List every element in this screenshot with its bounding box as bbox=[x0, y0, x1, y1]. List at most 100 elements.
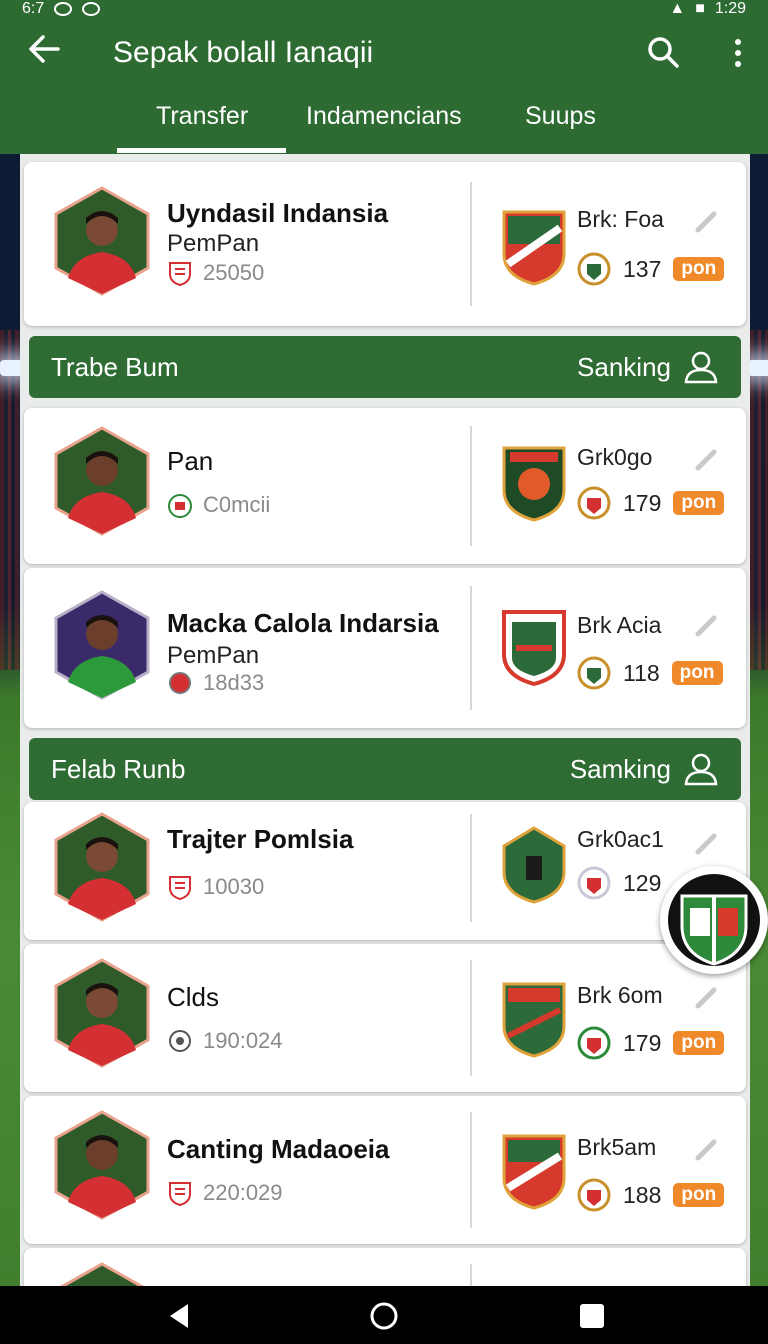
edit-icon[interactable] bbox=[694, 612, 720, 638]
club-badge bbox=[502, 210, 566, 286]
player-meta-value: 220:029 bbox=[203, 1180, 283, 1205]
player-card[interactable]: Clds 190:024 Brk 6om 179 pon bbox=[24, 944, 746, 1092]
player-meta-value: 10030 bbox=[203, 874, 265, 899]
nav-recents-icon[interactable] bbox=[576, 1300, 608, 1332]
player-list[interactable]: Uyndasil Indansia PemPan 25050 Brk: Foa … bbox=[20, 154, 750, 1286]
club-badge bbox=[502, 826, 566, 904]
player-avatar bbox=[60, 1262, 144, 1286]
edit-icon[interactable] bbox=[694, 984, 720, 1010]
user-icon[interactable] bbox=[683, 348, 719, 384]
signal-icon: ▲ bbox=[669, 0, 686, 17]
player-card[interactable]: Pan C0mcii Grk0go 179 pon bbox=[24, 408, 746, 564]
player-meta: 25050 bbox=[167, 260, 264, 286]
card-divider bbox=[470, 586, 472, 710]
club-stats: 118 pon bbox=[577, 656, 723, 690]
club-rating: 137 bbox=[623, 255, 662, 282]
player-meta-value: C0mcii bbox=[203, 492, 271, 517]
back-arrow-icon[interactable] bbox=[28, 34, 60, 64]
section-title: Felab Runb bbox=[51, 754, 186, 784]
card-divider bbox=[470, 182, 472, 306]
active-tab-indicator bbox=[117, 148, 286, 153]
club-rating: 179 bbox=[623, 1029, 662, 1056]
player-card[interactable]: Trajter Pomlsia 10030 Grk0ac1 129 bbox=[24, 802, 746, 940]
status-pill: pon bbox=[673, 1031, 725, 1055]
tab-indamencians[interactable]: Indamencians bbox=[306, 102, 462, 131]
status-time: 6:7 bbox=[22, 0, 45, 17]
club-stats: 179 pon bbox=[577, 1026, 725, 1060]
crest-icon bbox=[168, 494, 192, 518]
user-icon[interactable] bbox=[683, 750, 719, 786]
club-badge bbox=[502, 610, 566, 686]
player-meta-value: 18d33 bbox=[203, 670, 265, 695]
player-meta-value: 190:024 bbox=[203, 1028, 283, 1053]
floating-club-crest-button[interactable] bbox=[660, 866, 768, 974]
club-badge bbox=[502, 982, 566, 1058]
player-meta: 10030 bbox=[167, 874, 264, 900]
club-name: Grk0ac1 bbox=[577, 826, 664, 852]
player-meta: 18d33 bbox=[167, 670, 264, 696]
section-action[interactable]: Sanking bbox=[577, 352, 671, 383]
tab-transfer[interactable]: Transfer bbox=[156, 102, 248, 131]
system-nav-bar bbox=[0, 1286, 768, 1344]
status-pill: pon bbox=[673, 1183, 725, 1207]
crest-icon bbox=[577, 1178, 611, 1212]
player-name: Clds bbox=[167, 982, 220, 1012]
crest-icon bbox=[577, 656, 611, 690]
player-name: Uyndasil Indansia bbox=[167, 198, 389, 228]
section-header: Felab Runb Samking bbox=[29, 738, 741, 800]
app-bar: Sepak bolall Ianaqii Transfer Indamencia… bbox=[0, 18, 768, 154]
section-header: Trabe Bum Sanking bbox=[29, 336, 741, 398]
edit-icon[interactable] bbox=[694, 208, 720, 234]
crest-icon bbox=[169, 1030, 191, 1052]
player-avatar bbox=[54, 590, 150, 700]
club-badge bbox=[502, 1134, 566, 1210]
section-title: Trabe Bum bbox=[51, 352, 179, 382]
card-divider bbox=[470, 426, 472, 546]
battery-icon: ■ bbox=[695, 0, 705, 17]
club-stats: 129 bbox=[577, 866, 661, 900]
club-rating: 179 bbox=[623, 489, 662, 516]
club-stats: 179 pon bbox=[577, 486, 725, 520]
crest-icon bbox=[577, 486, 611, 520]
edit-icon[interactable] bbox=[694, 830, 720, 856]
player-avatar bbox=[54, 186, 150, 296]
tab-suups[interactable]: Suups bbox=[525, 102, 596, 131]
player-meta: 220:029 bbox=[167, 1180, 283, 1206]
edit-icon[interactable] bbox=[694, 1136, 720, 1162]
player-meta: C0mcii bbox=[167, 492, 270, 518]
player-card[interactable] bbox=[24, 1248, 746, 1286]
crest-icon bbox=[577, 866, 611, 900]
player-meta-value: 25050 bbox=[203, 260, 265, 285]
club-stats: 137 pon bbox=[577, 252, 725, 286]
player-avatar bbox=[54, 812, 150, 922]
player-name: Canting Madaoeia bbox=[167, 1134, 390, 1164]
more-options-icon[interactable] bbox=[728, 38, 748, 68]
section-action[interactable]: Samking bbox=[570, 754, 671, 785]
player-card[interactable]: Uyndasil Indansia PemPan 25050 Brk: Foa … bbox=[24, 162, 746, 326]
player-name: Pan bbox=[167, 446, 214, 476]
status-bar: 6:7 ▲ ■ 1:29 bbox=[0, 0, 768, 18]
club-name: Brk 6om bbox=[577, 982, 663, 1008]
club-name: Grk0go bbox=[577, 444, 653, 470]
notification-icon bbox=[82, 2, 101, 16]
club-stats: 188 pon bbox=[577, 1178, 725, 1212]
nav-back-icon[interactable] bbox=[164, 1300, 196, 1332]
status-clock: 1:29 bbox=[714, 0, 746, 17]
shield-icon bbox=[169, 262, 191, 286]
player-avatar bbox=[54, 958, 150, 1068]
player-name: Trajter Pomlsia bbox=[167, 824, 354, 854]
player-card[interactable]: Canting Madaoeia 220:029 Brk5am 188 pon bbox=[24, 1096, 746, 1244]
edit-icon[interactable] bbox=[694, 446, 720, 472]
crest-icon bbox=[577, 1026, 611, 1060]
card-divider bbox=[470, 960, 472, 1076]
nav-home-icon[interactable] bbox=[368, 1300, 400, 1332]
player-card[interactable]: Macka Calola Indarsia PemPan 18d33 Brk A… bbox=[24, 568, 746, 728]
player-subtitle: PemPan bbox=[167, 642, 260, 669]
player-subtitle: PemPan bbox=[167, 230, 260, 257]
player-avatar bbox=[54, 1110, 150, 1220]
search-icon[interactable] bbox=[646, 35, 680, 69]
player-meta: 190:024 bbox=[167, 1028, 283, 1054]
club-rating: 188 bbox=[623, 1181, 662, 1208]
club-rating: 118 bbox=[623, 659, 660, 686]
card-divider bbox=[470, 1112, 472, 1228]
